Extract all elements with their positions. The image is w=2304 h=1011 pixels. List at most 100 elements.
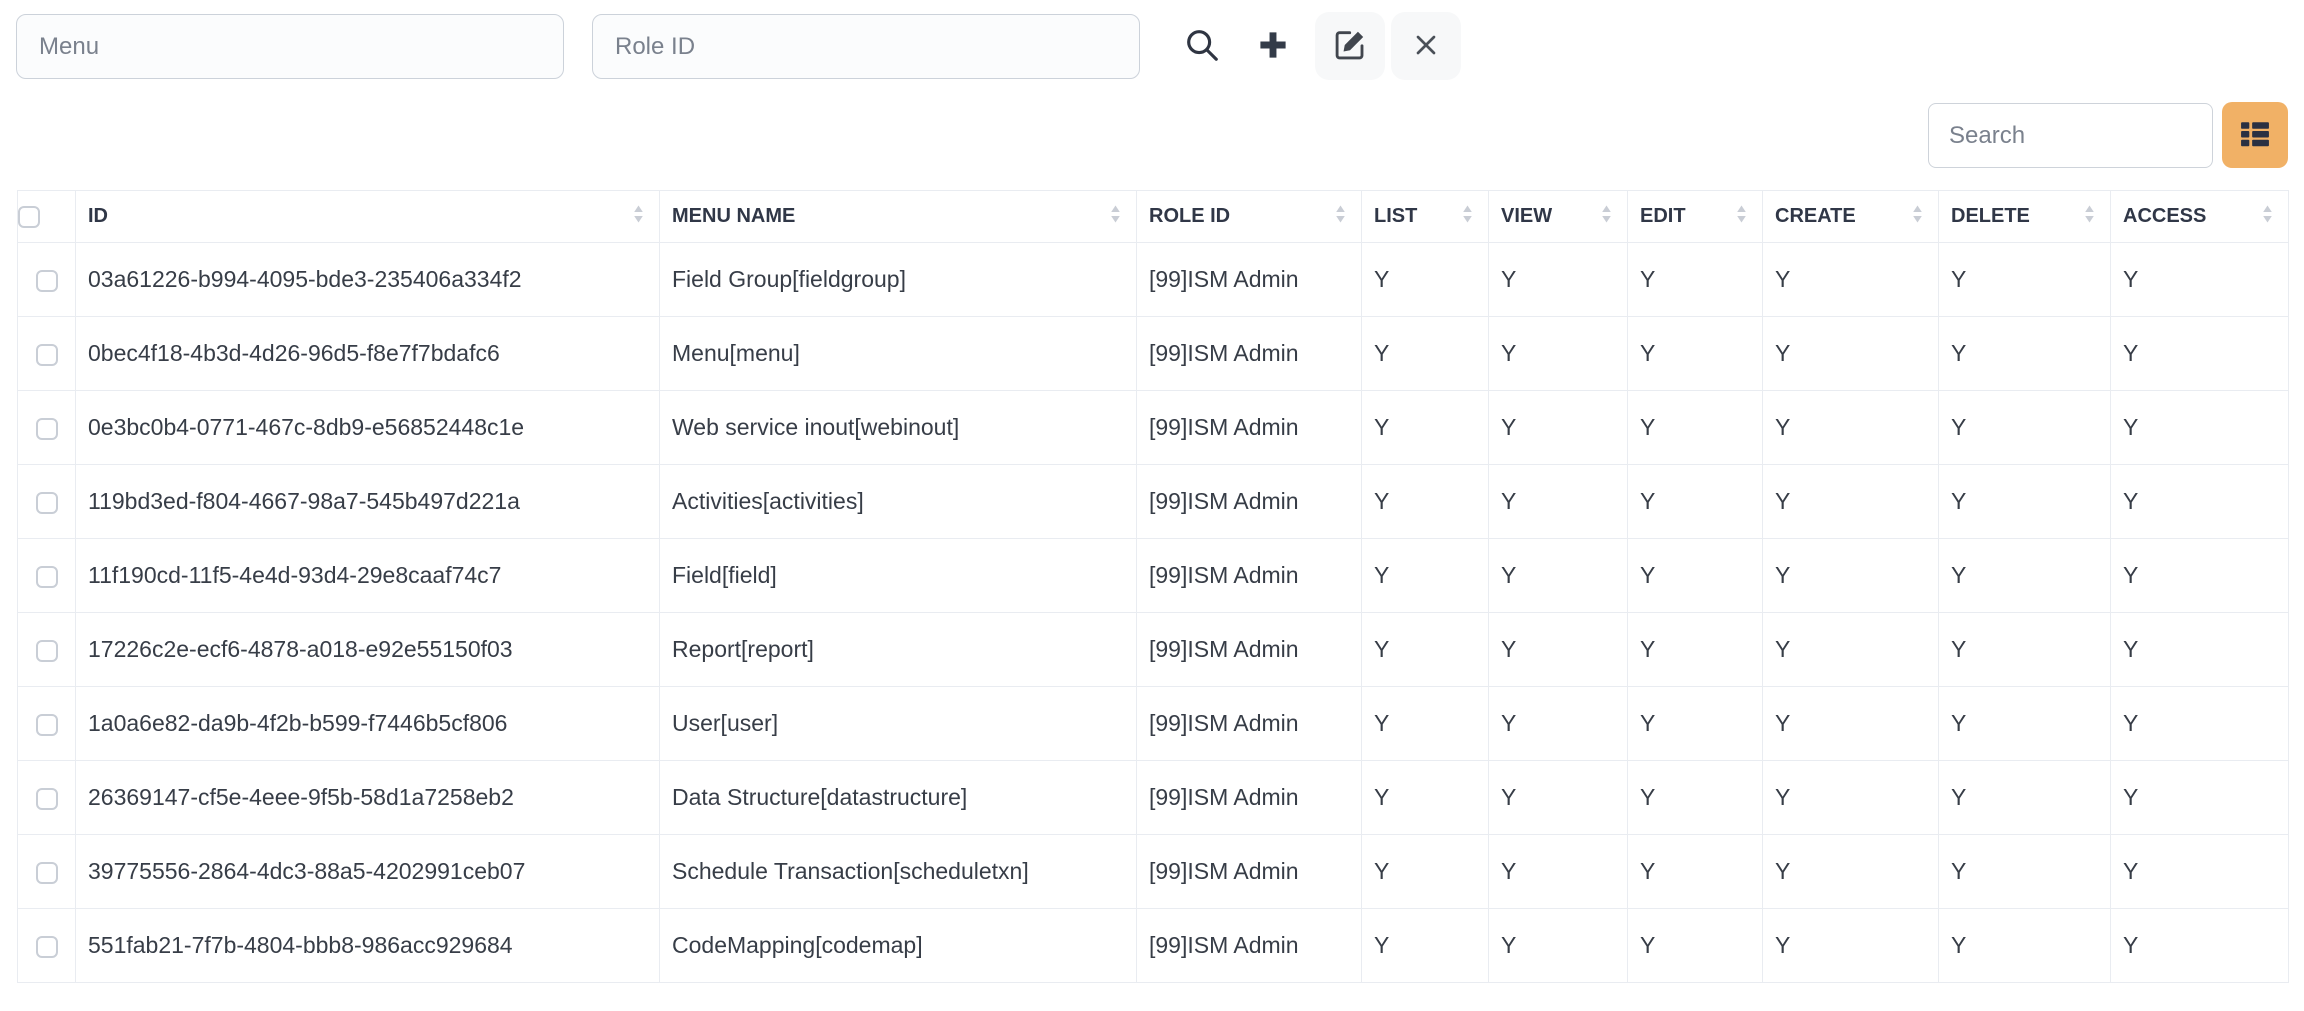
cell-delete: Y	[1939, 391, 2111, 465]
cell-menu-name: Schedule Transaction[scheduletxn]	[660, 835, 1137, 909]
cell-menu-name: Menu[menu]	[660, 317, 1137, 391]
row-checkbox[interactable]	[36, 714, 58, 736]
cell-view: Y	[1489, 687, 1628, 761]
cell-menu-name: Web service inout[webinout]	[660, 391, 1137, 465]
row-checkbox[interactable]	[36, 344, 58, 366]
cell-id: 26369147-cf5e-4eee-9f5b-58d1a7258eb2	[76, 761, 660, 835]
column-header-role-id[interactable]: ROLE ID	[1137, 191, 1362, 243]
row-checkbox[interactable]	[36, 936, 58, 958]
close-button[interactable]	[1391, 12, 1461, 80]
column-header-menu-name[interactable]: MENU NAME	[660, 191, 1137, 243]
cell-view: Y	[1489, 539, 1628, 613]
table-row: 17226c2e-ecf6-4878-a018-e92e55150f03 Rep…	[18, 613, 2289, 687]
table-search-input[interactable]	[1928, 103, 2213, 168]
table-row: 551fab21-7f7b-4804-bbb8-986acc929684 Cod…	[18, 909, 2289, 983]
cell-select	[18, 465, 76, 539]
column-header-create[interactable]: CREATE	[1763, 191, 1939, 243]
menu-filter-input[interactable]	[16, 14, 564, 79]
cell-create: Y	[1763, 243, 1939, 317]
cell-list: Y	[1362, 909, 1489, 983]
column-label: ACCESS	[2123, 205, 2206, 228]
row-checkbox[interactable]	[36, 270, 58, 292]
cell-role-id: [99]ISM Admin	[1137, 317, 1362, 391]
cell-edit: Y	[1628, 835, 1763, 909]
cell-id: 119bd3ed-f804-4667-98a7-545b497d221a	[76, 465, 660, 539]
cell-edit: Y	[1628, 687, 1763, 761]
cell-role-id: [99]ISM Admin	[1137, 391, 1362, 465]
cell-access: Y	[2111, 539, 2289, 613]
cell-select	[18, 909, 76, 983]
row-checkbox[interactable]	[36, 862, 58, 884]
cell-list: Y	[1362, 835, 1489, 909]
cell-list: Y	[1362, 391, 1489, 465]
role-id-filter-input[interactable]	[592, 14, 1140, 79]
row-checkbox[interactable]	[36, 640, 58, 662]
cell-view: Y	[1489, 909, 1628, 983]
row-checkbox[interactable]	[36, 418, 58, 440]
cell-role-id: [99]ISM Admin	[1137, 613, 1362, 687]
sort-icon	[1911, 202, 1924, 232]
cell-menu-name: Report[report]	[660, 613, 1137, 687]
column-header-access[interactable]: ACCESS	[2111, 191, 2289, 243]
table-body: 03a61226-b994-4095-bde3-235406a334f2 Fie…	[18, 243, 2289, 983]
column-header-id[interactable]: ID	[76, 191, 660, 243]
cell-delete: Y	[1939, 835, 2111, 909]
row-checkbox[interactable]	[36, 788, 58, 810]
cell-edit: Y	[1628, 539, 1763, 613]
cell-id: 0bec4f18-4b3d-4d26-96d5-f8e7f7bdafc6	[76, 317, 660, 391]
cell-edit: Y	[1628, 465, 1763, 539]
cell-delete: Y	[1939, 761, 2111, 835]
column-label: EDIT	[1640, 205, 1686, 228]
cell-access: Y	[2111, 613, 2289, 687]
search-button[interactable]	[1167, 12, 1237, 80]
cell-select	[18, 761, 76, 835]
cell-menu-name: CodeMapping[codemap]	[660, 909, 1137, 983]
cell-delete: Y	[1939, 539, 2111, 613]
row-checkbox[interactable]	[36, 566, 58, 588]
cell-select	[18, 539, 76, 613]
column-header-edit[interactable]: EDIT	[1628, 191, 1763, 243]
table-row: 39775556-2864-4dc3-88a5-4202991ceb07 Sch…	[18, 835, 2289, 909]
cell-create: Y	[1763, 909, 1939, 983]
column-label: MENU NAME	[672, 205, 795, 228]
column-header-delete[interactable]: DELETE	[1939, 191, 2111, 243]
cell-edit: Y	[1628, 613, 1763, 687]
cell-create: Y	[1763, 835, 1939, 909]
cell-edit: Y	[1628, 909, 1763, 983]
edit-icon	[1332, 27, 1368, 66]
search-icon	[1183, 26, 1221, 67]
cell-view: Y	[1489, 391, 1628, 465]
add-button[interactable]	[1238, 12, 1308, 80]
select-all-checkbox[interactable]	[18, 206, 40, 228]
cell-select	[18, 317, 76, 391]
cell-menu-name: Field[field]	[660, 539, 1137, 613]
cell-access: Y	[2111, 909, 2289, 983]
cell-id: 39775556-2864-4dc3-88a5-4202991ceb07	[76, 835, 660, 909]
column-label: LIST	[1374, 205, 1417, 228]
column-header-view[interactable]: VIEW	[1489, 191, 1628, 243]
cell-view: Y	[1489, 317, 1628, 391]
cell-delete: Y	[1939, 909, 2111, 983]
cell-list: Y	[1362, 687, 1489, 761]
edit-button[interactable]	[1315, 12, 1385, 80]
row-checkbox[interactable]	[36, 492, 58, 514]
cell-create: Y	[1763, 391, 1939, 465]
cell-create: Y	[1763, 761, 1939, 835]
column-label: VIEW	[1501, 205, 1552, 228]
sort-icon	[1334, 202, 1347, 232]
column-header-list[interactable]: LIST	[1362, 191, 1489, 243]
cell-role-id: [99]ISM Admin	[1137, 243, 1362, 317]
cell-delete: Y	[1939, 613, 2111, 687]
cell-list: Y	[1362, 243, 1489, 317]
cell-menu-name: Data Structure[datastructure]	[660, 761, 1137, 835]
cell-view: Y	[1489, 243, 1628, 317]
sort-icon	[1600, 202, 1613, 232]
table-view-toggle-button[interactable]	[2222, 102, 2288, 168]
cell-edit: Y	[1628, 761, 1763, 835]
close-icon	[1410, 29, 1442, 64]
header-row: ID MENU NAME ROLE ID LIST VIEW EDIT	[18, 191, 2289, 243]
cell-list: Y	[1362, 465, 1489, 539]
cell-role-id: [99]ISM Admin	[1137, 539, 1362, 613]
table-row: 03a61226-b994-4095-bde3-235406a334f2 Fie…	[18, 243, 2289, 317]
cell-access: Y	[2111, 465, 2289, 539]
